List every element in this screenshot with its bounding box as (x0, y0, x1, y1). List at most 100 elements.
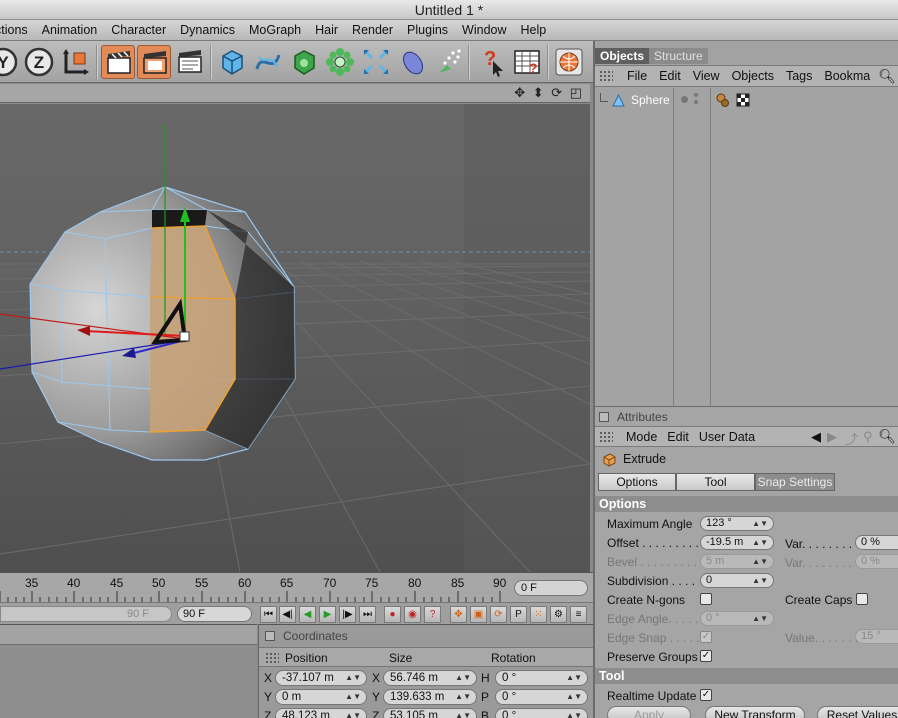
size-y-field[interactable]: 139.633 m ▲▼ (383, 689, 477, 705)
position-z-field[interactable]: 48.123 m ▲▼ (275, 708, 367, 718)
parameter-key-icon[interactable]: P (510, 606, 527, 623)
search-icon[interactable]: 🔍︎ (878, 68, 896, 85)
play-backward-icon[interactable]: ◀ (299, 606, 316, 623)
back-arrow-icon[interactable]: ◀ (811, 429, 821, 445)
current-frame-field[interactable]: 0 F (514, 580, 588, 596)
list-item[interactable]: Sphere (595, 90, 898, 110)
objects-menu-objects[interactable]: Objects (726, 69, 780, 83)
objects-menu-tags[interactable]: Tags (780, 69, 818, 83)
attributes-menu-user-data[interactable]: User Data (694, 430, 760, 444)
nurbs-icon[interactable] (287, 45, 321, 79)
render-view-icon[interactable] (101, 45, 135, 79)
panel-toggle-icon[interactable] (599, 412, 609, 422)
object-name[interactable]: Sphere (631, 93, 670, 107)
render-visibility-icon[interactable] (694, 93, 698, 97)
object-list[interactable]: Sphere (595, 88, 898, 406)
scale-key-icon[interactable]: ▣ (470, 606, 487, 623)
menu-mograph[interactable]: MoGraph (242, 23, 308, 37)
keyframe-help-icon[interactable]: ? (424, 606, 441, 623)
position-y-field[interactable]: 0 m ▲▼ (275, 689, 367, 705)
go-to-end-icon[interactable]: ⏭ (359, 606, 376, 623)
viewport-navigation-icons[interactable]: ✥ ⬍ ⟳ ◰ (514, 85, 584, 101)
subdivision-field[interactable]: 0 ▲▼ (700, 573, 774, 588)
move-key-icon[interactable]: ✥ (450, 606, 467, 623)
render-settings-icon[interactable] (173, 45, 207, 79)
z-axis-lock-icon[interactable]: Z (22, 45, 56, 79)
objects-menu-view[interactable]: View (687, 69, 726, 83)
up-arrow-icon[interactable]: ⤴ (845, 429, 858, 448)
realtime-update-checkbox[interactable]: ✓ (700, 689, 712, 701)
menu-render[interactable]: Render (345, 23, 400, 37)
panel-toggle-icon[interactable] (265, 631, 275, 641)
menu-character[interactable]: Character (104, 23, 173, 37)
grip-icon[interactable] (599, 430, 613, 443)
menu-help[interactable]: Help (514, 23, 554, 37)
go-to-start-icon[interactable]: ⏮ (260, 606, 277, 623)
create-caps-checkbox[interactable] (856, 593, 868, 605)
new-transform-button[interactable]: New Transform (705, 706, 805, 718)
create-ngons-checkbox[interactable] (700, 593, 712, 605)
texture-tag-icon[interactable] (736, 93, 750, 107)
scene-icon[interactable] (395, 45, 429, 79)
end-frame-field[interactable]: 90 F (177, 606, 252, 622)
cube-primitive-icon[interactable] (215, 45, 249, 79)
search-icon[interactable]: 🔍︎ (878, 428, 896, 445)
record-icon[interactable]: ● (384, 606, 401, 623)
y-axis-lock-icon[interactable]: Y (0, 45, 20, 79)
tab-tool[interactable]: Tool (676, 473, 755, 491)
rotate-key-icon[interactable]: ⟳ (490, 606, 507, 623)
objects-menu-file[interactable]: File (621, 69, 653, 83)
objects-menu-edit[interactable]: Edit (653, 69, 687, 83)
offset-field[interactable]: -19.5 m ▲▼ (700, 535, 774, 550)
tab-options[interactable]: Options (598, 473, 676, 491)
menu-hair[interactable]: Hair (308, 23, 345, 37)
menu-window[interactable]: Window (455, 23, 513, 37)
forward-arrow-icon[interactable]: ▶ (827, 429, 837, 445)
timeline[interactable]: 35 40 45 50 55 60 65 70 75 80 85 90 0 F (0, 572, 593, 603)
key-tools-icon[interactable]: ⚙ (550, 606, 567, 623)
array-icon[interactable] (323, 45, 357, 79)
max-angle-field[interactable]: 123 ° ▲▼ (700, 516, 774, 531)
frame-range-slider[interactable]: 90 F (0, 606, 172, 622)
web-icon[interactable] (552, 45, 586, 79)
editor-visibility-icon[interactable] (681, 96, 688, 103)
spline-icon[interactable] (251, 45, 285, 79)
offset-var-field[interactable]: 0 % (855, 535, 898, 550)
preserve-groups-checkbox[interactable]: ✓ (700, 650, 712, 662)
size-z-field[interactable]: 53.105 m ▲▼ (383, 708, 477, 718)
menu-animation[interactable]: Animation (35, 23, 105, 37)
rotation-p-field[interactable]: 0 ° ▲▼ (495, 689, 588, 705)
reset-values-button[interactable]: Reset Values (817, 706, 898, 718)
attributes-menu-edit[interactable]: Edit (662, 430, 694, 444)
layout-icon[interactable]: ? (510, 45, 544, 79)
tab-objects[interactable]: Objects (595, 48, 650, 64)
help-pointer-icon[interactable]: ? (473, 45, 507, 79)
grip-icon[interactable] (599, 70, 613, 82)
rotation-b-field[interactable]: 0 ° ▲▼ (495, 708, 588, 718)
grip-icon[interactable] (265, 652, 279, 664)
objects-menu-bookmarks[interactable]: Bookma (818, 69, 876, 83)
menu-dynamics[interactable]: Dynamics (173, 23, 242, 37)
3d-viewport[interactable] (0, 104, 590, 572)
tab-structure[interactable]: Structure (649, 48, 708, 64)
autokey-icon[interactable]: ◉ (404, 606, 421, 623)
rotation-h-field[interactable]: 0 ° ▲▼ (495, 670, 588, 686)
point-level-icon[interactable]: ⁙ (530, 606, 547, 623)
render-picture-viewer-icon[interactable] (137, 45, 171, 79)
phong-tag-icon[interactable] (716, 93, 730, 107)
timeline-menu-icon[interactable]: ≡ (570, 606, 587, 623)
size-x-field[interactable]: 56.746 m ▲▼ (383, 670, 477, 686)
lock-icon[interactable]: ⚲ (863, 429, 873, 445)
next-key-icon[interactable]: |▶ (339, 606, 356, 623)
menu-functions[interactable]: ctions (0, 23, 35, 37)
attributes-menu-mode[interactable]: Mode (621, 430, 662, 444)
deformer-icon[interactable] (359, 45, 393, 79)
apply-button[interactable]: Apply (607, 706, 691, 718)
menu-plugins[interactable]: Plugins (400, 23, 455, 37)
play-forward-icon[interactable]: ▶ (319, 606, 336, 623)
position-x-field[interactable]: -37.107 m ▲▼ (275, 670, 367, 686)
world-coordinates-icon[interactable] (59, 45, 93, 79)
tab-snap-settings[interactable]: Snap Settings (755, 473, 835, 491)
previous-key-icon[interactable]: ◀| (279, 606, 296, 623)
light-icon[interactable] (431, 45, 465, 79)
